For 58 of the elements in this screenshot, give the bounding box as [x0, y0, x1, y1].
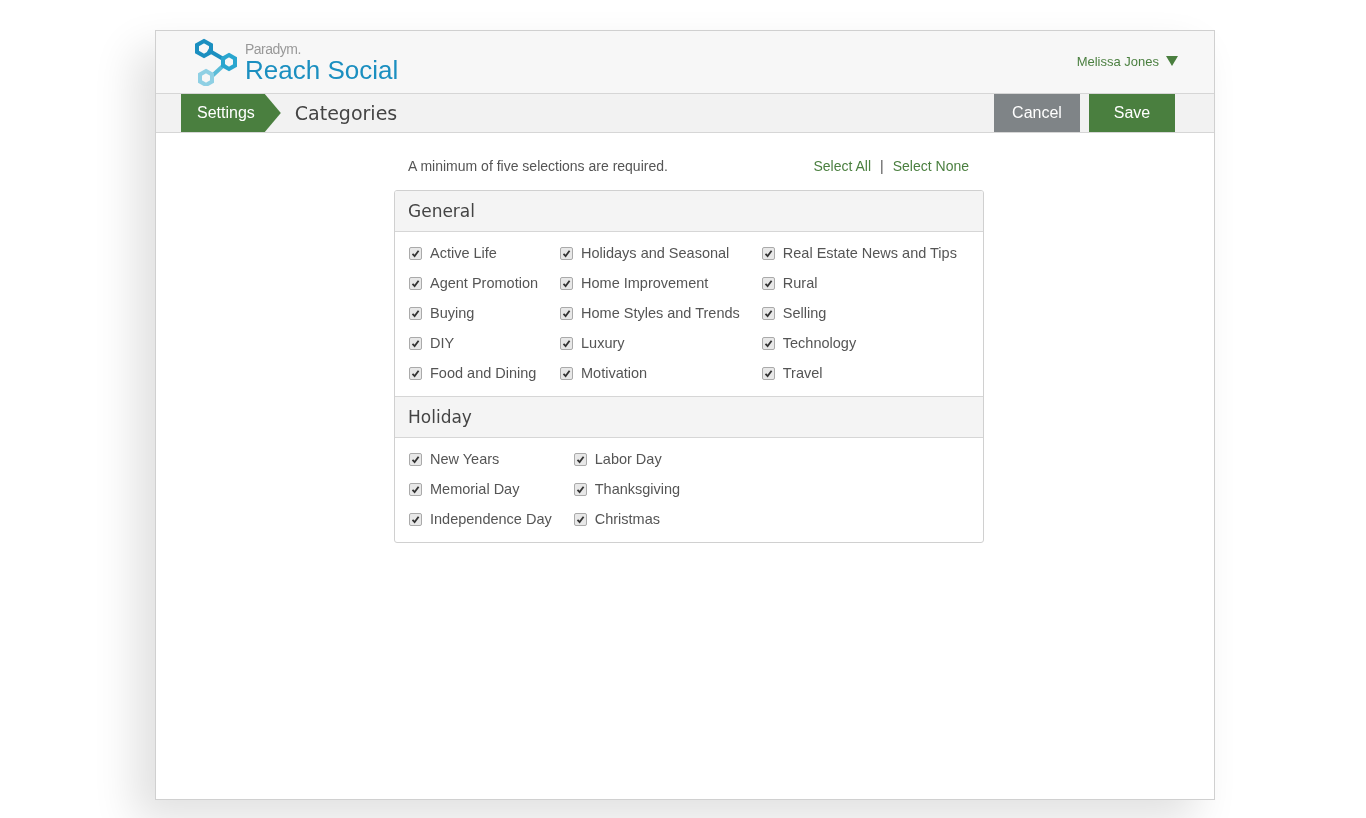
- checkbox[interactable]: [560, 246, 573, 260]
- checkbox-label[interactable]: Luxury: [581, 335, 625, 351]
- group-header: General: [395, 191, 983, 232]
- cancel-button[interactable]: Cancel: [994, 94, 1080, 132]
- checkbox[interactable]: [560, 366, 573, 380]
- checkbox-label[interactable]: Thanksgiving: [594, 481, 681, 497]
- checkbox-label[interactable]: Agent Promotion: [430, 275, 538, 291]
- link-separator: |: [880, 158, 884, 174]
- checkbox[interactable]: [560, 306, 573, 320]
- checkbox[interactable]: [409, 482, 422, 496]
- select-link[interactable]: Select None: [892, 158, 969, 174]
- checkbox[interactable]: [573, 512, 587, 526]
- user-menu[interactable]: Melissa Jones: [1076, 53, 1178, 69]
- checkbox[interactable]: [761, 306, 775, 320]
- checkbox-label[interactable]: Rural: [782, 275, 818, 291]
- checkbox-label[interactable]: Labor Day: [594, 451, 662, 467]
- user-name[interactable]: Melissa Jones: [1076, 53, 1159, 69]
- checkbox-label[interactable]: Active Life: [430, 245, 497, 261]
- checkbox[interactable]: [761, 336, 775, 350]
- checkbox[interactable]: [409, 306, 422, 320]
- checkbox-label[interactable]: Buying: [430, 305, 475, 321]
- checkbox-label[interactable]: Selling: [782, 305, 827, 321]
- page-title: Categories: [294, 101, 399, 126]
- checkbox[interactable]: [761, 246, 775, 260]
- checkbox[interactable]: [560, 336, 573, 350]
- checkbox-label[interactable]: Memorial Day: [430, 481, 520, 497]
- checkbox-label[interactable]: Home Improvement: [581, 275, 709, 291]
- checkbox[interactable]: [409, 336, 422, 350]
- checkbox-label[interactable]: New Years: [430, 451, 500, 467]
- requirement-note: A minimum of five selections are required.: [408, 158, 668, 174]
- checkbox[interactable]: [573, 482, 587, 496]
- checkbox[interactable]: [409, 246, 422, 260]
- checkbox-label[interactable]: Food and Dining: [430, 365, 537, 381]
- group-header: Holiday: [395, 397, 983, 438]
- checkbox-label[interactable]: Real Estate News and Tips: [782, 245, 957, 261]
- checkbox-label[interactable]: Travel: [782, 365, 823, 381]
- checkbox[interactable]: [409, 452, 422, 466]
- checkbox[interactable]: [409, 276, 422, 290]
- checkbox-label[interactable]: Independence Day: [430, 511, 552, 527]
- checkbox[interactable]: [409, 366, 422, 380]
- brand-name: Reach Social: [245, 56, 399, 83]
- select-link[interactable]: Select All: [813, 158, 872, 174]
- checkbox[interactable]: [761, 366, 775, 380]
- save-button[interactable]: Save: [1089, 94, 1175, 132]
- brand-tagline: Paradym.: [245, 41, 302, 56]
- checkbox[interactable]: [761, 276, 775, 290]
- checkbox-label[interactable]: Home Styles and Trends: [581, 305, 740, 321]
- checkbox[interactable]: [560, 276, 573, 290]
- checkbox[interactable]: [573, 452, 587, 466]
- checkbox-label[interactable]: Christmas: [594, 511, 660, 527]
- checkbox[interactable]: [409, 512, 422, 526]
- caret-icon[interactable]: [1166, 56, 1178, 66]
- hexagon-molecule-icon: [195, 38, 239, 86]
- checkbox-label[interactable]: Motivation: [581, 365, 648, 381]
- checkbox-label[interactable]: Holidays and Seasonal: [581, 245, 730, 261]
- breadcrumb-link[interactable]: Settings: [181, 94, 281, 132]
- checkbox-label[interactable]: Technology: [782, 335, 857, 351]
- checkbox-label[interactable]: DIY: [430, 335, 455, 351]
